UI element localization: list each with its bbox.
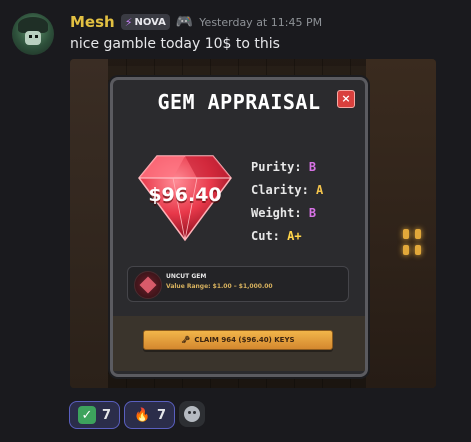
gem-stats: Purity: B Clarity: A Weight: B Cut: A+	[251, 156, 323, 248]
message-text: nice gamble today 10$ to this	[70, 36, 280, 52]
stat-purity: Purity: B	[251, 156, 323, 179]
server-tag[interactable]: ⚡ NOVA	[120, 14, 170, 30]
stat-label: Purity:	[251, 160, 302, 174]
stat-clarity: Clarity: A	[251, 179, 323, 202]
timestamp[interactable]: Yesterday at 11:45 PM	[199, 16, 322, 29]
torch-icon	[415, 229, 421, 239]
key-icon: 🗝	[181, 336, 191, 344]
stat-label: Clarity:	[251, 183, 309, 197]
username[interactable]: Mesh	[70, 13, 115, 31]
reactions-bar: ✓ 7 🔥 7	[69, 401, 206, 429]
stat-value: B	[308, 160, 317, 174]
check-icon: ✓	[78, 406, 96, 424]
image-attachment[interactable]: GEM APPRAISAL × $96.40 Purity: B Clarity…	[70, 59, 436, 388]
uncut-gem-icon	[134, 271, 162, 299]
server-tag-label: NOVA	[134, 16, 166, 28]
gem-value: $96.40	[148, 184, 222, 206]
user-avatar[interactable]	[12, 13, 54, 55]
gem-appraisal-modal: GEM APPRAISAL × $96.40 Purity: B Clarity…	[110, 77, 368, 377]
avatar-eye-left	[29, 35, 32, 38]
close-button[interactable]: ×	[337, 90, 355, 108]
lightning-icon: ⚡	[124, 15, 133, 29]
claim-button-label: CLAIM 964 ($96.40) KEYS	[194, 336, 295, 344]
reaction-check[interactable]: ✓ 7	[69, 401, 121, 429]
stat-cut: Cut: A+	[251, 225, 323, 248]
torch-icon	[403, 245, 409, 255]
stat-value: B	[308, 206, 317, 220]
add-reaction-button[interactable]	[179, 401, 206, 427]
modal-title: GEM APPRAISAL	[157, 90, 321, 114]
message-header: Mesh ⚡ NOVA 🎮 Yesterday at 11:45 PM	[70, 12, 322, 32]
gamepad-icon: 🎮	[175, 14, 194, 30]
torch-icon	[415, 245, 421, 255]
background-left-panel	[70, 59, 108, 388]
reaction-count: 7	[157, 407, 167, 423]
stat-label: Weight:	[251, 206, 302, 220]
torch-icon	[403, 229, 409, 239]
stat-value: A+	[287, 229, 302, 243]
stat-value: A	[316, 183, 324, 197]
uncut-gem-range: Value Range: $1.00 – $1,000.00	[166, 283, 273, 290]
smiley-icon	[184, 406, 201, 422]
avatar-eye-right	[35, 35, 38, 38]
stat-weight: Weight: B	[251, 202, 323, 225]
uncut-gem-card: UNCUT GEM Value Range: $1.00 – $1,000.00	[127, 266, 349, 302]
avatar-face	[25, 31, 41, 45]
uncut-gem-title: UNCUT GEM	[166, 273, 207, 280]
background-right-panel	[366, 59, 436, 388]
stat-label: Cut:	[251, 229, 280, 243]
reaction-fire[interactable]: 🔥 7	[124, 401, 176, 429]
reaction-count: 7	[102, 407, 112, 423]
fire-icon: 🔥	[133, 407, 151, 423]
claim-keys-button[interactable]: 🗝 CLAIM 964 ($96.40) KEYS	[143, 330, 333, 350]
